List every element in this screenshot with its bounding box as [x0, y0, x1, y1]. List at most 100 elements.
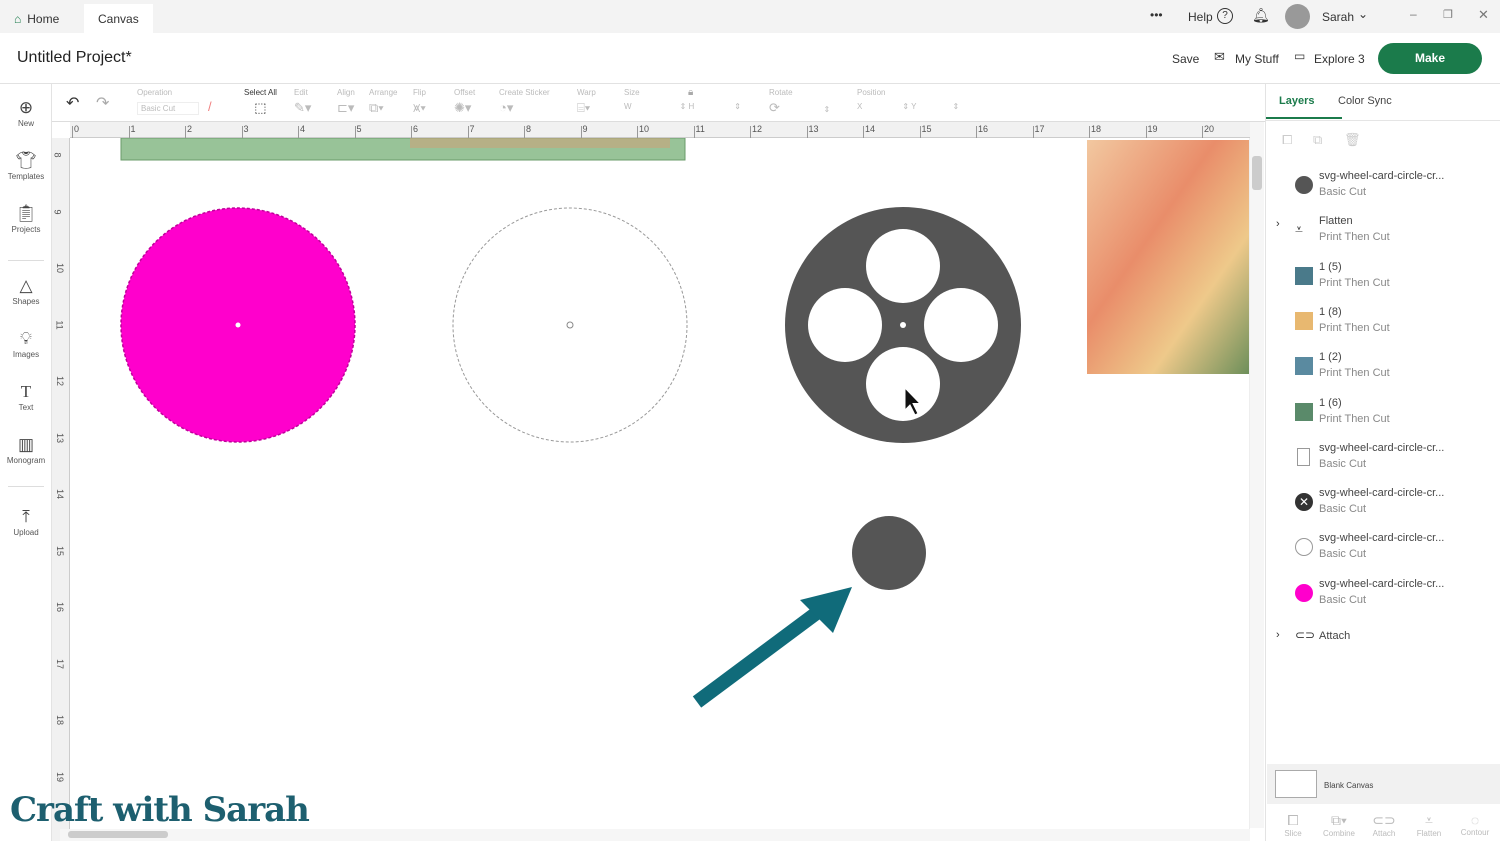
layer-item[interactable]: svg-wheel-card-circle-cr... Basic Cut: [1266, 575, 1491, 619]
select-all-icon[interactable]: ⬚: [244, 100, 277, 116]
offset-icon[interactable]: ✺▾: [454, 100, 475, 116]
close-icon[interactable]: ✕: [1478, 7, 1489, 23]
avatar[interactable]: [1285, 4, 1310, 29]
small-dark-circle[interactable]: [852, 516, 926, 590]
sidebar-item-new[interactable]: ⊕ New: [0, 98, 52, 128]
floral-watercolor-image[interactable]: [1087, 140, 1249, 374]
rotate-icon[interactable]: ⟳ ⇕: [769, 100, 830, 116]
flatten-button[interactable]: ⩡ Flatten: [1407, 812, 1451, 838]
edit-label: Edit: [294, 88, 308, 97]
sidebar-item-templates[interactable]: 👕︎ Templates: [0, 151, 52, 181]
bell-icon[interactable]: 🔔︎: [1252, 7, 1270, 24]
align-icon[interactable]: ⊏▾: [337, 100, 355, 116]
edit-icon[interactable]: ✎▾: [294, 100, 311, 116]
undo-icon[interactable]: ↶: [66, 93, 79, 113]
panel-bottom-actions: ⧠ Slice ⧉▾ Combine ⊂⊃ Attach ⩡ Flatten ◌ Cont…: [1267, 806, 1500, 841]
chevron-down-icon[interactable]: ⌄: [1358, 7, 1368, 21]
lock-icon[interactable]: 🔒︎: [688, 87, 693, 98]
attach-button[interactable]: ⊂⊃ Attach: [1362, 812, 1406, 838]
chevron-right-icon[interactable]: ›: [1276, 218, 1280, 230]
horizontal-ruler: 0 1 2 3 4 5 6 7 8 9 10 11 12 13 14 15 16 17 18 19 20: [70, 122, 1250, 138]
ruler-tick-label: 11: [54, 319, 65, 330]
canvas[interactable]: [70, 138, 1250, 841]
tab-canvas[interactable]: Canvas: [84, 4, 153, 33]
help-link[interactable]: Help: [1188, 10, 1213, 24]
help-icon[interactable]: ?: [1217, 8, 1233, 24]
layer-attach-group[interactable]: › ⊂⊃ Attach: [1266, 624, 1491, 648]
minimize-icon[interactable]: –: [1410, 7, 1417, 21]
ruler-tick-label: 14: [55, 488, 66, 500]
layer-item[interactable]: 1 (5) Print Then Cut: [1266, 258, 1491, 302]
ruler-tick: [693, 126, 695, 138]
layer-item[interactable]: svg-wheel-card-circle-cr... Basic Cut: [1266, 167, 1491, 211]
warp-icon[interactable]: ⌸▾: [577, 100, 596, 116]
tab-layers[interactable]: Layers: [1279, 95, 1314, 107]
ruler-tick: [128, 126, 130, 138]
ruler-tick: [806, 126, 808, 138]
machine-select[interactable]: Explore 3: [1314, 52, 1365, 66]
pen-color-icon[interactable]: /: [208, 99, 212, 114]
layer-item[interactable]: 1 (2) Print Then Cut: [1266, 348, 1491, 392]
layer-item[interactable]: ✕ svg-wheel-card-circle-cr... Basic Cut: [1266, 484, 1491, 528]
rotate-label: Rotate: [769, 88, 793, 97]
sticker-icon[interactable]: ◔▾: [499, 100, 550, 116]
ruler-tick-label: 19: [55, 771, 66, 782]
redo-icon[interactable]: ↷: [96, 93, 109, 113]
slice-icon: ⧠: [1287, 812, 1299, 828]
layer-name: svg-wheel-card-circle-cr...: [1319, 577, 1445, 590]
outline-scalloped-circle[interactable]: [452, 207, 688, 443]
vertical-scrollbar[interactable]: [1250, 122, 1264, 828]
clipboard-icon: 📋︎: [15, 204, 37, 223]
divider: [1266, 120, 1500, 121]
wheel-shape[interactable]: [785, 207, 1021, 443]
flip-icon[interactable]: ⩙▾: [413, 100, 426, 116]
group-icon[interactable]: ⧠: [1282, 132, 1292, 148]
ruler-tick: [298, 126, 299, 138]
strip-image-detail: [410, 138, 670, 148]
ruler-tick-label: 3: [243, 124, 249, 134]
save-button[interactable]: Save: [1172, 52, 1199, 66]
project-title[interactable]: Untitled Project*: [17, 49, 132, 67]
sidebar-item-text[interactable]: T Text: [0, 382, 52, 412]
ruler-tick: [524, 126, 525, 138]
duplicate-icon[interactable]: ⧉: [1313, 132, 1322, 148]
layers-panel: Layers Color Sync ⧠ ⧉ 🗑︎ svg-wheel-card-…: [1265, 84, 1500, 841]
user-name[interactable]: Sarah: [1322, 10, 1354, 24]
layer-item[interactable]: › ⩡ Flatten Print Then Cut: [1266, 212, 1491, 256]
layer-item[interactable]: 1 (8) Print Then Cut: [1266, 303, 1491, 347]
tab-color-sync[interactable]: Color Sync: [1338, 95, 1392, 107]
chevron-right-icon[interactable]: ›: [1276, 629, 1280, 641]
restore-icon[interactable]: ❐: [1443, 8, 1453, 21]
my-stuff-button[interactable]: My Stuff: [1235, 52, 1279, 66]
layer-item[interactable]: svg-wheel-card-circle-cr... Basic Cut: [1266, 439, 1491, 483]
combine-button[interactable]: ⧉▾ Combine: [1317, 812, 1361, 838]
more-button[interactable]: •••: [1150, 8, 1163, 22]
layer-item[interactable]: 1 (6) Print Then Cut: [1266, 394, 1491, 438]
height-label: H: [688, 102, 695, 111]
arrange-icon[interactable]: ⧉▾: [369, 100, 397, 116]
delete-icon[interactable]: 🗑︎: [1344, 132, 1361, 148]
sidebar-item-images[interactable]: 💡︎ Images: [0, 329, 52, 359]
shirt-icon: 👕︎: [15, 151, 37, 170]
offset-label: Offset: [454, 88, 476, 97]
ruler-tick-label: 10: [55, 262, 66, 274]
slice-button[interactable]: ⧠ Slice: [1271, 812, 1315, 838]
sidebar-item-upload[interactable]: ⤒ Upload: [0, 507, 52, 537]
make-button[interactable]: Make: [1378, 43, 1482, 74]
blank-canvas-swatch[interactable]: [1275, 770, 1317, 798]
horizontal-scrollbar[interactable]: [60, 829, 1250, 841]
sidebar-item-monogram[interactable]: ▥ Monogram: [0, 435, 52, 465]
tab-home[interactable]: ⌂ Home: [0, 4, 73, 33]
sidebar-item-shapes[interactable]: △ Shapes: [0, 276, 52, 306]
sidebar-item-projects[interactable]: 📋︎ Projects: [0, 204, 52, 234]
bulb-icon: 💡︎: [20, 329, 32, 348]
layer-item[interactable]: svg-wheel-card-circle-cr... Basic Cut: [1266, 529, 1491, 573]
image-thumb: [1295, 266, 1313, 285]
circle-thumb: [1295, 176, 1313, 194]
blank-canvas-row[interactable]: Blank Canvas: [1267, 764, 1500, 804]
ruler-tick-label: 9: [582, 124, 588, 134]
scrollbar-thumb[interactable]: [1252, 156, 1262, 190]
contour-button[interactable]: ◌ Contour: [1453, 812, 1497, 837]
operation-select[interactable]: Basic Cut: [137, 102, 199, 115]
scrollbar-thumb[interactable]: [68, 831, 168, 838]
